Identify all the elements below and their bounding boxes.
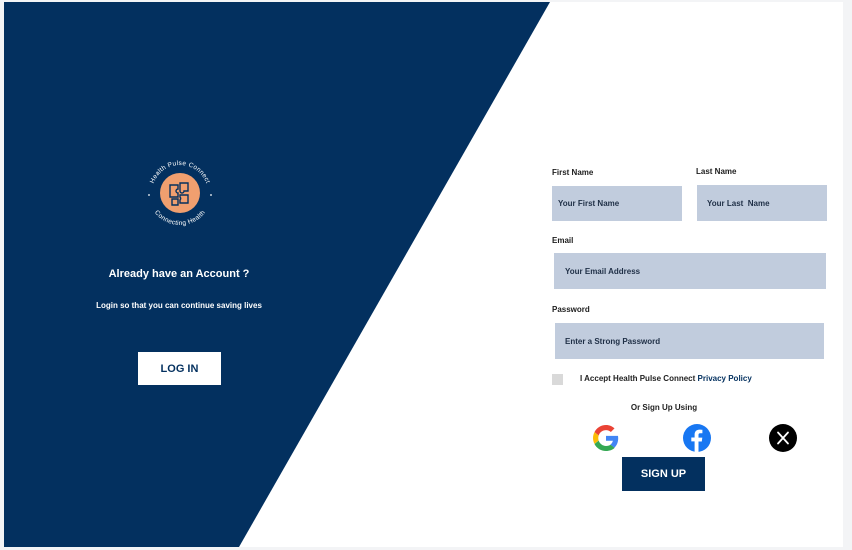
first-name-field-wrap	[552, 186, 682, 221]
accept-text: I Accept Health Pulse Connect Privacy Po…	[580, 374, 752, 383]
signup-button[interactable]: SIGN UP	[622, 457, 705, 491]
left-panel: Health Pulse Connect Connecting Health A…	[4, 2, 424, 547]
email-field-wrap	[554, 253, 826, 289]
email-input[interactable]	[554, 253, 826, 289]
google-icon	[593, 425, 619, 451]
last-name-input[interactable]	[697, 185, 827, 221]
or-sign-up-text: Or Sign Up Using	[630, 403, 698, 412]
google-signup-button[interactable]	[592, 424, 620, 452]
first-name-input[interactable]	[552, 186, 682, 221]
privacy-policy-link[interactable]: Privacy Policy	[698, 374, 752, 383]
password-input[interactable]	[555, 323, 824, 359]
login-subtext: Login so that you can continue saving li…	[96, 301, 262, 310]
password-label: Password	[552, 305, 590, 314]
facebook-signup-button[interactable]	[683, 424, 711, 452]
login-button[interactable]: LOG IN	[138, 352, 221, 385]
password-field-wrap	[555, 323, 824, 359]
x-signup-button[interactable]	[769, 424, 797, 452]
facebook-icon	[683, 424, 711, 452]
x-icon	[769, 424, 797, 452]
already-account-heading: Already have an Account ?	[108, 268, 250, 280]
last-name-field-wrap	[697, 185, 827, 221]
email-label: Email	[552, 236, 574, 245]
privacy-checkbox[interactable]	[552, 374, 563, 385]
accept-label: I Accept Health Pulse Connect	[580, 374, 696, 383]
first-name-label: First Name	[552, 168, 594, 177]
signup-page: Health Pulse Connect Connecting Health A…	[4, 2, 843, 547]
health-pulse-logo: Health Pulse Connect Connecting Health	[148, 160, 212, 227]
last-name-label: Last Name	[696, 167, 737, 176]
